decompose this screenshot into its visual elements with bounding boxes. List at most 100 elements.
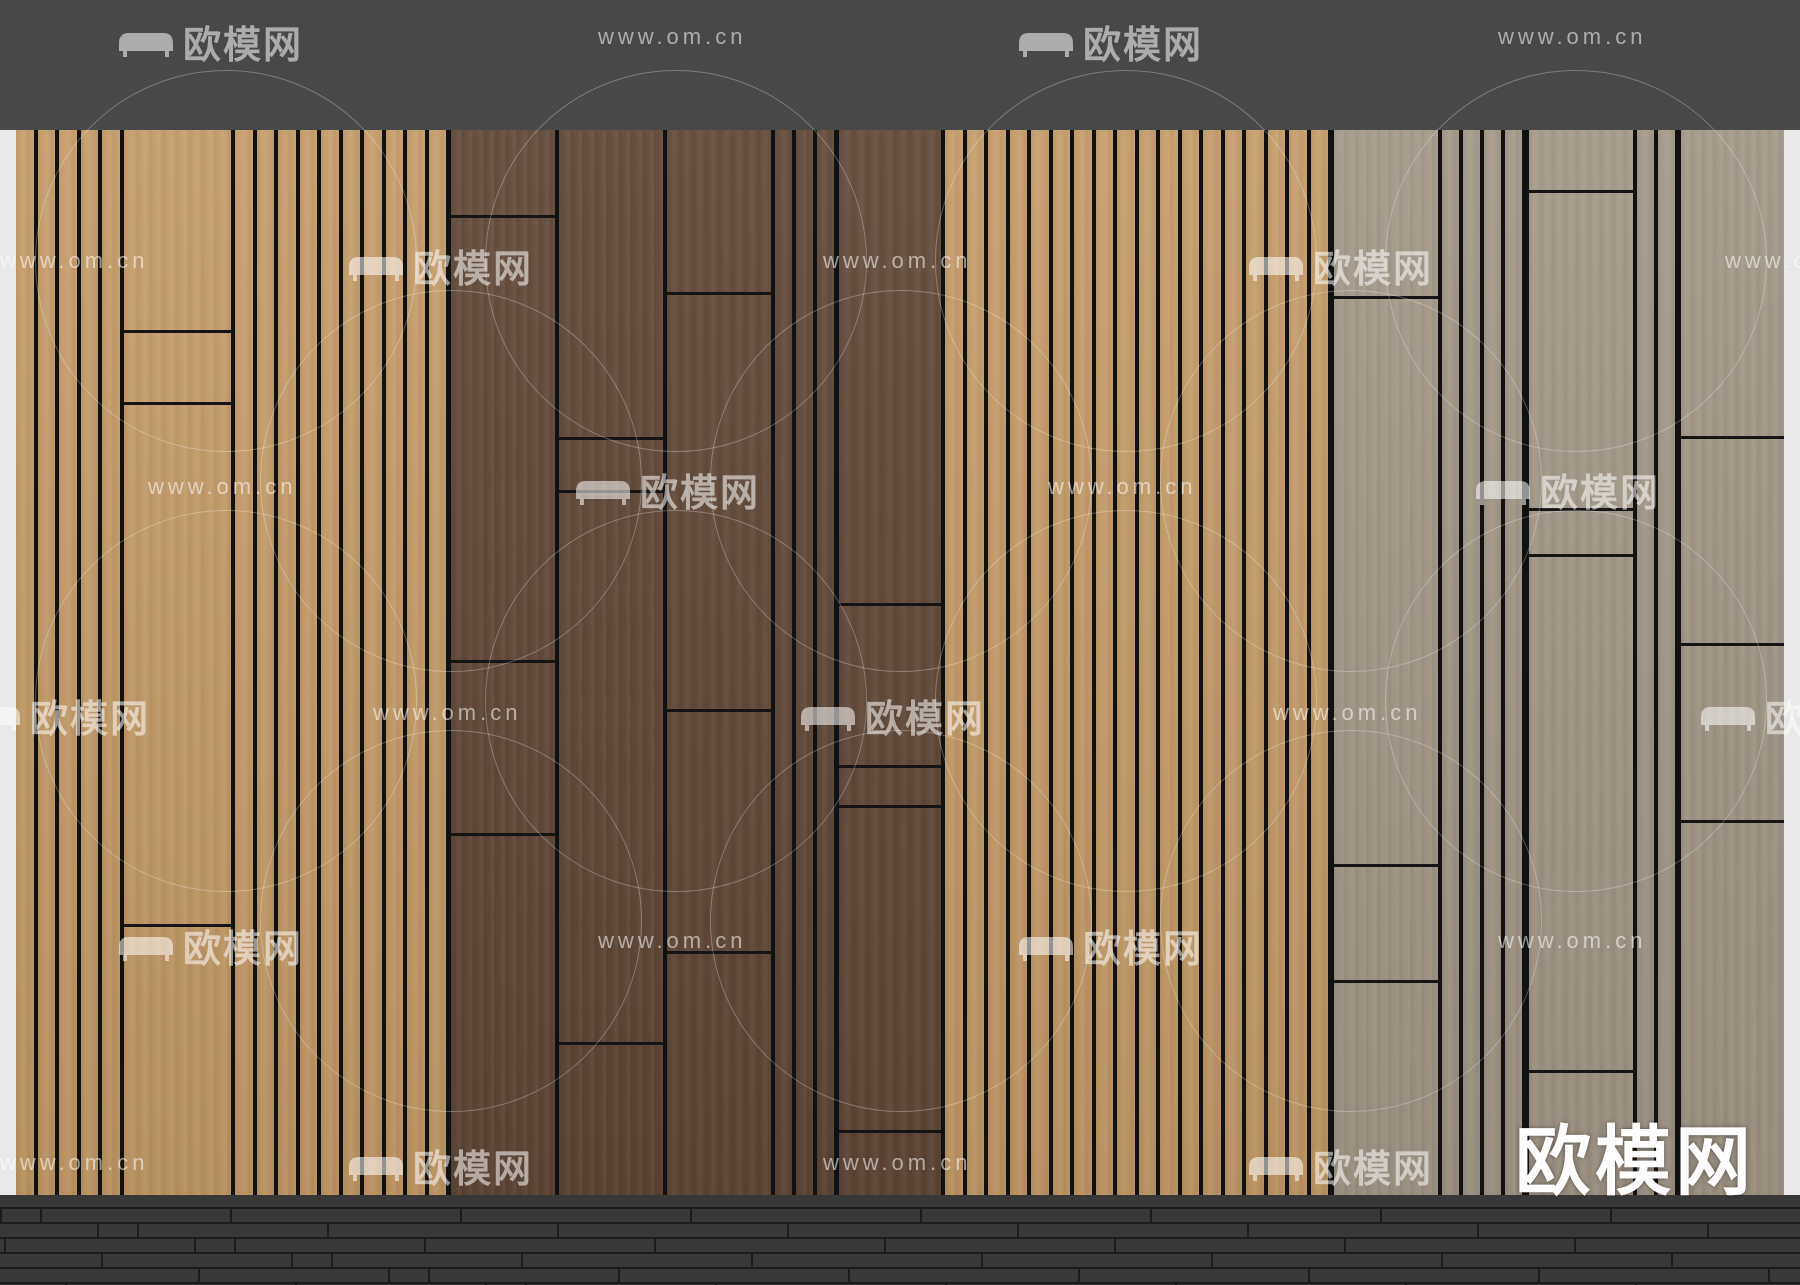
wood-slat [945,130,963,1195]
walnut-board [667,130,771,1195]
ceiling [0,0,1800,130]
floor-plank-joint [521,1252,523,1267]
grey-oak-board [1334,130,1438,1195]
floor-plank-joint [101,1252,103,1267]
floor-plank-joint [1017,1222,1019,1237]
wide-oak-board [124,130,231,1195]
floor-plank-joint [884,1237,886,1252]
wood-slat [299,130,317,1195]
floor-plank-joint [690,1207,692,1222]
wood-slat [796,130,813,1195]
wood-slat [278,130,296,1195]
floor-plank-joint [751,1252,753,1267]
floor-plank-joint [654,1237,656,1252]
wood-slat [1138,130,1156,1195]
panel-seam [451,833,555,836]
floor-plank-joint [1308,1267,1310,1282]
floor-plank-joint [1574,1237,1576,1252]
floor-plank-joint [291,1252,293,1267]
floor-plank-line [0,1267,1800,1269]
wood-slat [59,130,77,1195]
wood-slat [1246,130,1264,1195]
floor-plank-joint [1768,1267,1770,1282]
wood-slat [1484,130,1501,1195]
panel-seam [1681,436,1784,439]
floor-plank-joint [331,1252,333,1267]
panel-seam [1529,1070,1633,1073]
floor-plank-line [0,1222,1800,1224]
walnut-board [839,130,941,1195]
panel-seam [559,437,663,440]
floor-plank-joint [1538,1267,1540,1282]
floor-plank-line [0,1237,1800,1239]
panel-seam [839,603,941,606]
wood-slat [1224,130,1242,1195]
wood-slat [16,130,34,1195]
panel-seam [667,951,771,954]
floor-plank-line [0,1282,1800,1284]
floor-plank-joint [40,1207,42,1222]
floor-plank-joint [0,1207,2,1222]
floor-plank-joint [4,1237,6,1252]
panel-seam [559,490,663,493]
brand-logo: 欧模网 [1515,1120,1755,1205]
walnut-board [559,130,663,1195]
wood-slat [256,130,274,1195]
wood-slat [37,130,55,1195]
wood-slat [1117,130,1135,1195]
floor-plank-joint [137,1222,139,1237]
grey-oak-board [1681,130,1784,1195]
floor-plank-joint [981,1252,983,1267]
wood-slat [1658,130,1675,1195]
panel-seam [839,1130,941,1133]
wood-slat [342,130,360,1195]
wood-slat [1637,130,1654,1195]
wood-slat [385,130,403,1195]
panel-seam [667,709,771,712]
wood-slat [1074,130,1092,1195]
grey-oak-board [1529,130,1633,1195]
floor-plank-joint [97,1222,99,1237]
wood-slat [102,130,120,1195]
panel-seam [124,330,231,333]
floor-plank-joint [1247,1222,1249,1237]
wood-slat [1463,130,1480,1195]
floor-plank-joint [194,1237,196,1252]
floor-plank-joint [327,1222,329,1237]
panel-seam [1681,820,1784,823]
panel-seam [839,765,941,768]
panel-seam [451,215,555,218]
floor-plank-joint [1211,1252,1213,1267]
wood-slat [1442,130,1459,1195]
wood-slat [1031,130,1049,1195]
wood-panel-wall [0,130,1800,1195]
floor-plank-joint [557,1222,559,1237]
floor-plank-joint [1078,1267,1080,1282]
floor-plank-line [0,1252,1800,1254]
floor-plank-joint [1114,1237,1116,1252]
wood-slat [1289,130,1307,1195]
wood-slat [1181,130,1199,1195]
floor-plank-joint [234,1237,236,1252]
wood-slat [1505,130,1522,1195]
wall-edge-right [1784,130,1800,1195]
floor-plank-joint [428,1267,430,1282]
panel-seam [1334,296,1438,299]
floor-plank-joint [1707,1222,1709,1237]
panel-seam [839,805,941,808]
floor-plank-joint [424,1237,426,1252]
floor-plank-joint [1344,1237,1346,1252]
floor-plank-joint [848,1267,850,1282]
wood-slat [428,130,446,1195]
wood-slat [407,130,425,1195]
wood-slat [1310,130,1328,1195]
wood-slat [235,130,253,1195]
wood-slat [364,130,382,1195]
floor-plank-joint [198,1267,200,1282]
panel-seam [1529,190,1633,193]
floor-plank-joint [618,1267,620,1282]
wood-slat [1160,130,1178,1195]
floor-plank-joint [1477,1222,1479,1237]
floor-plank-joint [460,1207,462,1222]
floor-plank-joint [920,1207,922,1222]
